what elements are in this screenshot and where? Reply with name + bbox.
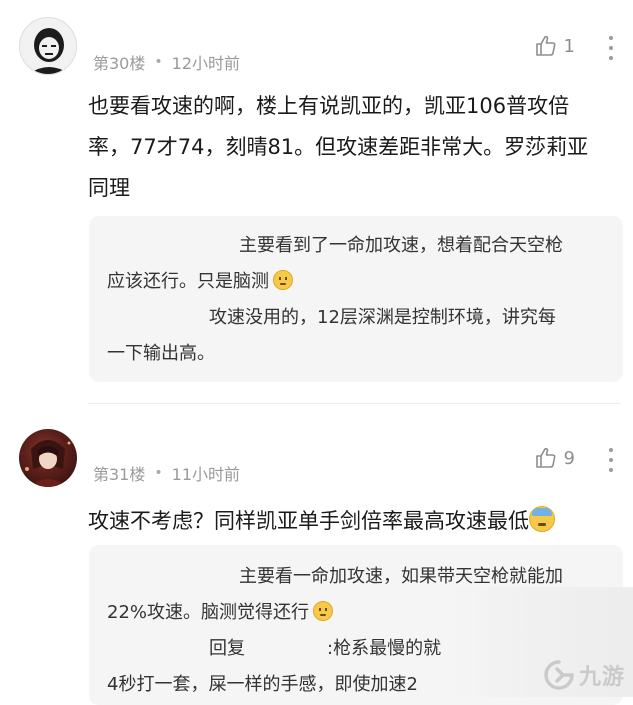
meta-dot: • <box>154 465 163 481</box>
user-avatar[interactable] <box>19 17 77 75</box>
more-options-button[interactable] <box>607 36 615 60</box>
comment-meta: 第30楼 • 12小时前 <box>93 50 240 74</box>
watermark: 九游 <box>543 659 625 691</box>
like-count: 1 <box>563 35 575 57</box>
reply-text: 主要看到了一命加攻速，想着配合天空枪 <box>239 235 563 256</box>
thumbs-up-icon <box>535 35 556 56</box>
reply-item: 攻速没用的，12层深渊是控制环境，讲究每 一下输出高。 <box>107 300 607 372</box>
reply-text: 一下输出高。 <box>107 343 215 364</box>
watermark-text: 九游 <box>578 665 625 690</box>
user-avatar[interactable] <box>19 429 77 487</box>
time-label: 12小时前 <box>171 54 241 73</box>
time-label: 11小时前 <box>171 465 241 484</box>
reply-text: 22%攻速。脑测觉得还行 <box>107 602 310 623</box>
comment-30: 第30楼 • 12小时前 1 也要看攻速的啊，楼上有说凯亚的，凯亚106普攻倍率… <box>0 0 633 400</box>
comment-text: 攻速不考虑？同样凯亚单手剑倍率最高攻速最低 <box>88 509 529 533</box>
reply-text: 回复 <box>209 638 245 659</box>
reply-text: 4秒打一套，屎一样的手感，即使加速2 <box>107 674 418 695</box>
reply-text: 攻速没用的，12层深渊是控制环境，讲究每 <box>209 307 556 328</box>
more-options-button[interactable] <box>607 448 615 472</box>
meme-face-icon <box>28 28 70 74</box>
cold-sweat-icon <box>529 506 555 532</box>
comment-meta: 第31楼 • 11小时前 <box>93 461 240 485</box>
worried-face-icon <box>273 270 293 290</box>
like-button[interactable]: 1 <box>534 34 575 58</box>
like-button[interactable]: 9 <box>534 446 575 470</box>
floor-label: 第30楼 <box>93 54 146 73</box>
thumbs-up-icon <box>535 447 556 468</box>
reply-item: 主要看到了一命加攻速，想着配合天空枪 应该还行。只是脑测 <box>107 228 607 300</box>
reply-box[interactable]: 主要看到了一命加攻速，想着配合天空枪 应该还行。只是脑测 攻速没用的，12层深渊… <box>89 216 623 382</box>
worried-face-icon <box>313 601 334 621</box>
reply-text: 主要看一命加攻速，如果带天空枪就能加 <box>239 566 563 587</box>
comment-divider <box>88 403 621 404</box>
jiuyou-logo-icon <box>544 660 574 690</box>
like-count: 9 <box>563 447 575 469</box>
comment-content: 攻速不考虑？同样凯亚单手剑倍率最高攻速最低 <box>88 501 607 542</box>
reply-text: 应该还行。只是脑测 <box>107 271 269 292</box>
character-portrait-icon <box>25 440 71 487</box>
floor-label: 第31楼 <box>93 465 146 484</box>
meta-dot: • <box>154 54 163 70</box>
reply-text: :枪系最慢的就 <box>327 638 442 659</box>
comment-content: 也要看攻速的啊，楼上有说凯亚的，凯亚106普攻倍率，77才74，刻晴81。但攻速… <box>88 94 589 200</box>
